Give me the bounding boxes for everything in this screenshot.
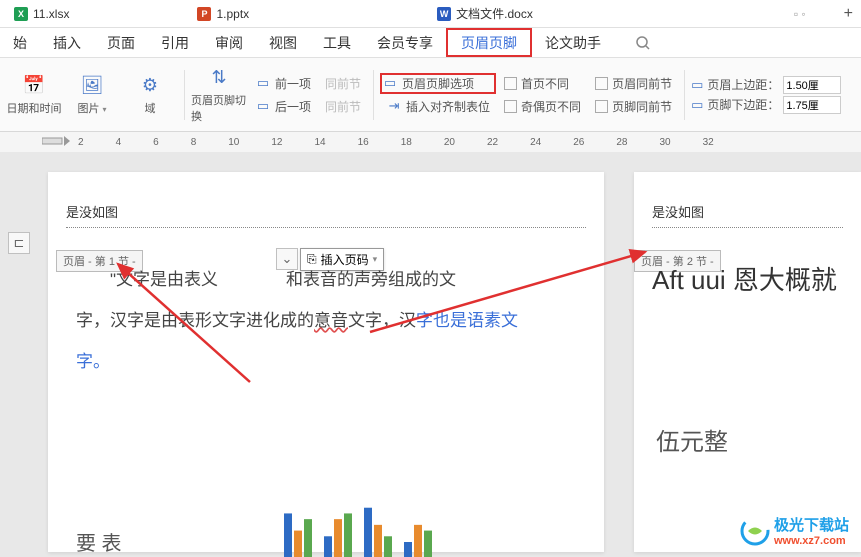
field-button[interactable]: ⚙ 域: [122, 65, 178, 125]
watermark-name: 极光下载站: [774, 514, 849, 535]
indent-marker-icon[interactable]: [42, 134, 72, 148]
menu-start[interactable]: 始: [0, 28, 40, 57]
header-same-prev-checkbox[interactable]: 页眉同前节: [589, 73, 678, 94]
tab-icon: ⇥: [386, 98, 402, 114]
ruler-mark: 16: [358, 137, 369, 148]
ruler-mark: 32: [703, 137, 714, 148]
switch-icon: ⇅: [207, 66, 231, 90]
file-tab-xlsx[interactable]: X 11.xlsx: [0, 0, 83, 27]
menu-bar: 始 插入 页面 引用 审阅 视图 工具 会员专享 页眉页脚 论文助手: [0, 28, 861, 58]
menu-vip[interactable]: 会员专享: [364, 28, 446, 57]
footer-margin-input[interactable]: 1.75厘: [783, 96, 841, 114]
ruler-mark: 22: [487, 137, 498, 148]
ruler-mark: 10: [228, 137, 239, 148]
menu-ref[interactable]: 引用: [148, 28, 202, 57]
page-1: 是没如图 页眉 - 第 1 节 - ⌄ ⎘ 插入页码 ▾ 空空"文字是由表义空空…: [48, 172, 604, 552]
header-zone-1[interactable]: 是没如图: [66, 202, 586, 228]
calendar-icon: 📅: [22, 74, 46, 98]
footer-same-prev-checkbox[interactable]: 页脚同前节: [589, 96, 678, 117]
ruler-mark: 4: [116, 137, 122, 148]
separator: [373, 70, 374, 120]
tab-label: 文档文件.docx: [456, 5, 533, 22]
margin-icon: ▭: [691, 97, 703, 113]
sub-numeral: 伍元整: [656, 422, 728, 457]
chart-bars: [278, 492, 448, 557]
field-icon: ⚙: [138, 74, 162, 98]
checkbox-icon: [504, 100, 517, 113]
tab-label: 1.pptx: [216, 7, 249, 21]
checkbox-icon: [504, 77, 517, 90]
xlsx-icon: X: [14, 7, 28, 21]
header-text: 是没如图: [66, 205, 118, 220]
insert-align-tab-button[interactable]: ⇥插入对齐制表位: [380, 96, 496, 117]
header-margin-control: ▭ 页眉上边距： 1.50厘: [691, 76, 841, 94]
ruler-mark: 30: [660, 137, 671, 148]
next-button[interactable]: ▭后一项: [249, 96, 317, 117]
document-canvas[interactable]: ⊏ 是没如图 页眉 - 第 1 节 - ⌄ ⎘ 插入页码 ▾ 空空"文字是由表义…: [0, 152, 861, 557]
ruler-mark: 26: [573, 137, 584, 148]
menu-insert[interactable]: 插入: [40, 28, 94, 57]
ruler-mark: 20: [444, 137, 455, 148]
ribbon-toolbar: 📅 日期和时间 🖼 图片 ▾ ⚙ 域 ⇅ 页眉页脚切换 ▭前一项 ▭后一项 同前…: [0, 58, 861, 132]
page-2: 是没如图 页眉 - 第 2 节 - Aft uui 恩大概就 伍元整: [634, 172, 861, 552]
new-tab-button[interactable]: +: [836, 5, 861, 23]
ruler-mark: 12: [271, 137, 282, 148]
header-margin-input[interactable]: 1.50厘: [783, 76, 841, 94]
footer-margin-control: ▭ 页脚下边距： 1.75厘: [691, 96, 841, 114]
checkbox-icon: [595, 100, 608, 113]
odd-even-diff-checkbox[interactable]: 奇偶页不同: [498, 96, 587, 117]
header-text: 是没如图: [652, 205, 704, 220]
docx-icon: W: [437, 7, 451, 21]
tab-stop-selector[interactable]: ⊏: [8, 232, 30, 254]
datetime-button[interactable]: 📅 日期和时间: [6, 65, 62, 125]
prev-icon: ▭: [255, 75, 271, 91]
ruler-mark: 24: [530, 137, 541, 148]
menu-tools[interactable]: 工具: [310, 28, 364, 57]
window-controls-icon[interactable]: ▫ ◦: [794, 7, 806, 21]
watermark: 极光下载站 www.xz7.com: [740, 514, 849, 547]
body-text-page2: Aft uui 恩大概就: [652, 260, 837, 297]
options-icon: ▭: [382, 75, 398, 91]
first-page-diff-checkbox[interactable]: 首页不同: [498, 73, 587, 94]
ruler-mark: 8: [191, 137, 197, 148]
hf-switch-button[interactable]: ⇅ 页眉页脚切换: [191, 65, 247, 125]
horizontal-ruler[interactable]: 2 4 6 8 10 12 14 16 18 20 22 24 26 28 30…: [0, 132, 861, 152]
ruler-mark: 18: [401, 137, 412, 148]
watermark-logo-icon: [740, 516, 770, 546]
header-zone-2[interactable]: 是没如图: [652, 202, 843, 228]
menu-thesis[interactable]: 论文助手: [532, 28, 614, 57]
next-icon: ▭: [255, 98, 271, 114]
prev-button[interactable]: ▭前一项: [249, 73, 317, 94]
ruler-mark: 28: [616, 137, 627, 148]
picture-button[interactable]: 🖼 图片 ▾: [64, 65, 120, 125]
footer-title: 要 表: [76, 527, 122, 556]
menu-page[interactable]: 页面: [94, 28, 148, 57]
menu-review[interactable]: 审阅: [202, 28, 256, 57]
body-text-page1: 空空"文字是由表义空空空空和表音的声旁组成的文 字，汉字是由表形文字进化成的意音…: [76, 260, 576, 382]
menu-header-footer[interactable]: 页眉页脚: [446, 28, 532, 57]
ruler-mark: 14: [315, 137, 326, 148]
hf-options-button[interactable]: ▭页眉页脚选项: [380, 73, 496, 94]
file-tabs-bar: X 11.xlsx P 1.pptx W 文档文件.docx ▫ ◦ +: [0, 0, 861, 28]
file-tab-pptx[interactable]: P 1.pptx: [183, 0, 263, 27]
margin-icon: ▭: [691, 77, 703, 93]
tab-label: 11.xlsx: [33, 7, 69, 21]
search-icon[interactable]: [622, 28, 664, 57]
watermark-url: www.xz7.com: [774, 535, 849, 547]
separator: [184, 70, 185, 120]
ruler-mark: 6: [153, 137, 159, 148]
checkbox-icon: [595, 77, 608, 90]
same-section-label2: 同前节: [319, 96, 367, 117]
ruler-mark: 2: [78, 137, 84, 148]
file-tab-docx[interactable]: W 文档文件.docx: [423, 0, 547, 27]
same-section-label: 同前节: [319, 73, 367, 94]
image-icon: 🖼: [80, 74, 104, 98]
separator: [684, 70, 685, 120]
menu-view[interactable]: 视图: [256, 28, 310, 57]
pptx-icon: P: [197, 7, 211, 21]
